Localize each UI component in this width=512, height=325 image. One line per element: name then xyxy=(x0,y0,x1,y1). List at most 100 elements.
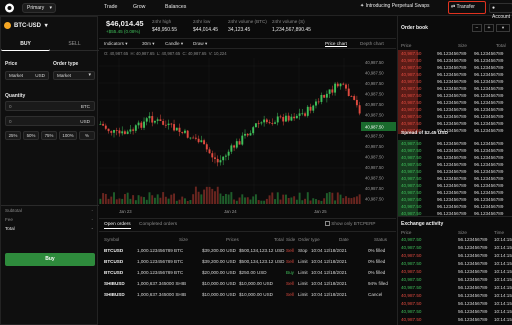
book-price: 40,987.50 xyxy=(401,72,422,77)
candle xyxy=(159,119,162,122)
percent-25-button[interactable]: 25% xyxy=(5,131,21,140)
order-row[interactable]: SHIBUSD 1,000,637.345000 SHIB $10,000.00 U… xyxy=(99,291,396,298)
book-size: 96.123456789 xyxy=(437,148,467,153)
book-total: 96.123456789 xyxy=(474,79,504,84)
open-orders-tab[interactable]: Open orders xyxy=(104,222,131,229)
depth-chart-tab[interactable]: Depth chart xyxy=(360,41,384,46)
bid-row[interactable]: 40,987.50 96.123456789 96.123456789 xyxy=(398,168,512,175)
price-chart[interactable]: 40,987.50 40,987.50 40,987.50 40,987.50 40,9… xyxy=(99,58,396,216)
order-row[interactable]: BTCUSD 1,000.123456789 BTC $39,200.00 USD $… xyxy=(99,247,396,254)
col-order-type: Order type xyxy=(298,237,320,242)
portfolio-dropdown[interactable]: Primary ▾ xyxy=(22,3,56,13)
candle xyxy=(265,119,268,123)
ask-row[interactable]: 40,987.50 96.123456789 96.123456789 xyxy=(398,85,512,92)
buy-tab[interactable]: BUY xyxy=(1,39,50,51)
bid-row[interactable]: 40,987.50 96.123456789 96.123456789 xyxy=(398,175,512,182)
chart-style-select[interactable]: Candle ▾ xyxy=(165,41,183,47)
bid-row[interactable]: 40,987.50 96.123456789 96.123456789 xyxy=(398,182,512,189)
percent-custom-button[interactable]: % xyxy=(79,131,95,140)
volume-bar xyxy=(205,186,208,204)
x-tick-label: Jan 25 xyxy=(314,209,327,214)
order-status: 0% filled xyxy=(368,248,386,253)
order-row[interactable]: BTCUSD 1,000.123456789 BTC $39,200.00 USD $… xyxy=(99,258,396,265)
candle xyxy=(186,130,189,138)
percent-75-button[interactable]: 75% xyxy=(41,131,57,140)
activity-size: 56.123456789 xyxy=(458,237,488,242)
nav-trade[interactable]: Trade xyxy=(104,4,117,10)
bid-row[interactable]: 40,987.50 96.123456789 96.123456789 xyxy=(398,147,512,154)
sell-tab[interactable]: SELL xyxy=(50,39,99,51)
zoom-in-button[interactable]: + xyxy=(484,24,494,32)
price-select[interactable]: Market USD xyxy=(5,71,49,80)
order-status[interactable]: Cancel xyxy=(368,291,382,298)
grouping-select[interactable]: ▾ xyxy=(496,24,510,32)
bid-row[interactable]: 40,987.50 96.123456789 96.123456789 xyxy=(398,196,512,203)
interval-select[interactable]: 30m ▾ xyxy=(142,41,155,47)
draw-select[interactable]: Draw ▾ xyxy=(193,41,207,47)
ask-row[interactable]: 40,987.50 96.123456789 96.123456789 xyxy=(398,57,512,64)
volume-bar xyxy=(99,198,102,204)
bid-row[interactable]: 40,987.50 96.123456789 96.123456789 xyxy=(398,161,512,168)
order-row[interactable]: SHIBUSD 1,000,637.345000 SHIB $10,000.00 U… xyxy=(99,280,396,287)
ask-row[interactable]: 40,987.50 96.123456789 96.123456789 xyxy=(398,50,512,57)
percent-100-button[interactable]: 100% xyxy=(59,131,77,140)
nav-balances[interactable]: Balances xyxy=(165,4,186,10)
book-price: 40,987.50 xyxy=(401,114,422,119)
volume-bar xyxy=(178,199,181,204)
volume-bar xyxy=(306,192,309,204)
quantity-usd-input[interactable]: 0 USD xyxy=(5,116,95,126)
announcement-link[interactable]: ✦ Introducing Perpetual Swaps xyxy=(360,3,430,9)
candle xyxy=(137,122,140,126)
ask-row[interactable]: 40,987.50 96.123456789 96.123456789 xyxy=(398,92,512,99)
volume-bar xyxy=(263,200,266,204)
quantity-btc-input[interactable]: 0 BTC xyxy=(5,101,95,111)
bid-row[interactable]: 40,987.50 96.123456789 96.123456789 xyxy=(398,203,512,210)
candle xyxy=(282,116,285,122)
order-date: 10:04 12/18/2021 xyxy=(311,248,347,253)
ask-row[interactable]: 40,987.50 96.123456789 96.123456789 xyxy=(398,64,512,71)
account-button[interactable]: ● Account xyxy=(489,3,512,20)
book-price: 40,987.50 xyxy=(401,197,422,202)
show-only-label: Show only BTCPERP xyxy=(331,221,376,226)
candle xyxy=(200,140,203,143)
order-side: Sell xyxy=(286,281,294,286)
book-total: 96.123456789 xyxy=(474,51,504,56)
order-date: 10:04 12/18/2021 xyxy=(311,270,347,275)
volume-bar xyxy=(298,192,301,204)
ask-row[interactable]: 40,987.50 96.123456789 96.123456789 xyxy=(398,113,512,120)
price-chart-tab[interactable]: Price chart xyxy=(325,41,347,47)
ask-row[interactable]: 40,987.50 96.123456789 96.123456789 xyxy=(398,120,512,127)
percent-50-button[interactable]: 50% xyxy=(23,131,39,140)
ask-row[interactable]: 40,987.50 96.123456789 96.123456789 xyxy=(398,99,512,106)
volume-bar xyxy=(143,197,145,204)
ask-row[interactable]: 40,987.50 96.123456789 96.123456789 xyxy=(398,71,512,78)
bid-row[interactable]: 40,987.50 96.123456789 96.123456789 xyxy=(398,189,512,196)
zoom-out-button[interactable]: − xyxy=(472,24,482,32)
transfer-button[interactable]: ⇄ Transfer xyxy=(451,4,475,10)
order-row[interactable]: BTCUSD 1,000.123456789 BTC $20,000.00 USD $… xyxy=(99,269,396,276)
indicators-button[interactable]: Indicators ▾ xyxy=(104,41,128,47)
nav-grow[interactable]: Grow xyxy=(133,4,145,10)
candle xyxy=(263,119,266,123)
candle xyxy=(355,99,358,106)
ask-row[interactable]: 40,987.50 96.123456789 96.123456789 xyxy=(398,78,512,85)
candle xyxy=(181,131,184,133)
quantity-usd-unit: USD xyxy=(80,119,90,124)
order-type-select[interactable]: Market ▾ xyxy=(53,71,95,80)
show-only-toggle[interactable]: Show only BTCPERP xyxy=(325,221,376,227)
market-selector[interactable]: BTC-USD ▾ xyxy=(4,22,48,29)
book-size: 96.123456789 xyxy=(437,114,467,119)
buy-button[interactable]: Buy xyxy=(5,253,95,266)
price-select-value: Market xyxy=(9,73,24,78)
activity-size: 56.123456789 xyxy=(458,317,488,322)
completed-orders-tab[interactable]: Completed orders xyxy=(139,222,177,227)
bid-row[interactable]: 40,987.50 96.123456789 96.123456789 xyxy=(398,154,512,161)
bid-row[interactable]: 40,987.50 96.123456789 96.123456789 xyxy=(398,140,512,147)
ask-row[interactable]: 40,987.50 96.123456789 96.123456789 xyxy=(398,106,512,113)
volume-bar xyxy=(276,192,279,204)
volume-bar xyxy=(113,192,115,204)
book-total: 96.123456789 xyxy=(474,100,504,105)
col-symbol: Symbol xyxy=(104,237,120,242)
candle xyxy=(312,105,315,111)
activity-row: 40,987.50 56.123456789 10:14:15 xyxy=(398,276,512,283)
